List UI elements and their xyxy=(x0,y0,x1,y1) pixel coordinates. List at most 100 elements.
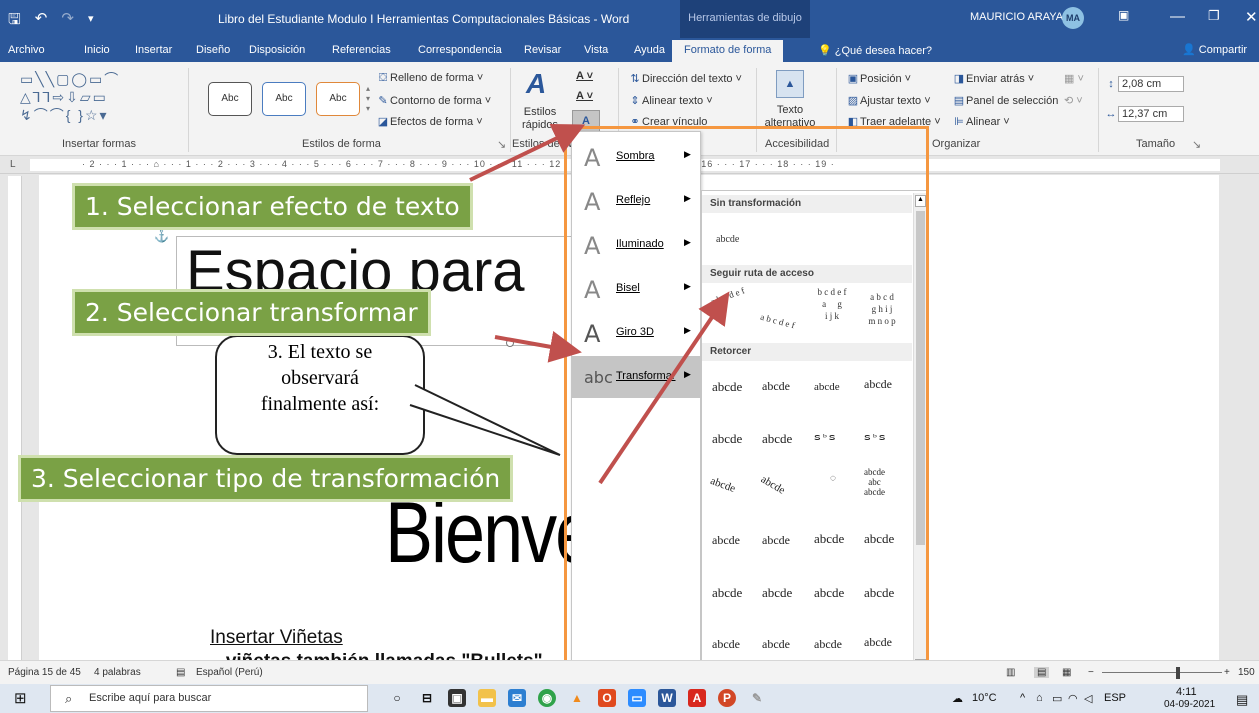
notifications-icon[interactable]: ▤ xyxy=(1236,692,1248,708)
warp-option-14[interactable]: abcde xyxy=(762,533,790,548)
tab-inicio[interactable]: Inicio xyxy=(84,44,110,56)
menu-item-reflection[interactable]: A Reflejo ▶ xyxy=(572,180,702,222)
network-icon[interactable]: ⌂ xyxy=(1036,692,1043,704)
save-icon[interactable]: 🖫 xyxy=(8,9,21,34)
selection-pane-button[interactable]: ▤ Panel de selección xyxy=(952,94,1059,107)
restore-icon[interactable]: ❐ xyxy=(1208,8,1220,24)
customize-qat-icon[interactable]: ▾ xyxy=(88,9,94,34)
tab-vista[interactable]: Vista xyxy=(584,44,608,56)
warp-option-22[interactable]: abcde xyxy=(762,637,790,652)
warp-option-20[interactable]: abcde xyxy=(864,585,894,601)
warp-option-7[interactable]: ꜱᵇꜱ xyxy=(814,431,838,442)
zoom-slider[interactable] xyxy=(1102,672,1222,673)
align-button[interactable]: ⊫ Alinear ˅ xyxy=(952,115,1010,128)
taskbar-search[interactable]: ⌕ Escribe aquí para buscar xyxy=(50,685,368,712)
menu-item-transform[interactable]: abc Transformar ▶ xyxy=(572,356,702,398)
tab-insertar[interactable]: Insertar xyxy=(135,44,172,56)
zoom-level[interactable]: 150 xyxy=(1238,667,1255,678)
warp-option-15[interactable]: abcde xyxy=(814,531,844,547)
alt-text-button[interactable]: Texto alternativo xyxy=(764,104,816,130)
tab-formato-de-forma[interactable]: Formato de forma xyxy=(672,40,784,62)
vertical-ruler[interactable] xyxy=(8,176,22,660)
office-icon[interactable]: O xyxy=(598,689,616,707)
tab-stop-selector[interactable]: L xyxy=(10,159,16,170)
cortana-icon[interactable]: ○ xyxy=(388,689,406,707)
menu-item-glow[interactable]: A Iluminado ▶ xyxy=(572,224,702,266)
wrap-text-button[interactable]: ▨ Ajustar texto ˅ xyxy=(846,94,931,107)
tab-referencias[interactable]: Referencias xyxy=(332,44,391,56)
send-backward-button[interactable]: ◨ Enviar atrás ˅ xyxy=(952,72,1034,85)
shape-style-2[interactable]: Abc xyxy=(262,82,306,116)
shape-fill-button[interactable]: ⛋ Relleno de forma ˅ xyxy=(376,72,483,85)
mail-icon[interactable]: ✉ xyxy=(508,689,526,707)
battery-icon[interactable]: ▭ xyxy=(1052,692,1062,705)
shape-effects-button[interactable]: ◪ Efectos de forma ˅ xyxy=(376,115,483,128)
file-explorer-icon[interactable]: ▬ xyxy=(478,689,496,707)
word-icon[interactable]: W xyxy=(658,689,676,707)
close-icon[interactable]: ✕ xyxy=(1245,8,1258,26)
warp-option-8[interactable]: ꜱᵇꜱ xyxy=(864,431,888,442)
proofing-icon[interactable]: ▤ xyxy=(176,667,185,678)
tab-diseno[interactable]: Diseño xyxy=(196,44,230,56)
bring-forward-button[interactable]: ◧ Traer adelante ˅ xyxy=(846,115,941,128)
position-button[interactable]: ▣ Posición ˅ xyxy=(846,72,911,85)
no-transform-option[interactable]: abcde xyxy=(716,234,739,245)
input-language[interactable]: ESP xyxy=(1104,692,1126,704)
quick-styles-icon[interactable]: A xyxy=(526,68,546,100)
tab-archivo[interactable]: Archivo xyxy=(8,44,45,56)
create-link-button[interactable]: ⚭ Crear vínculo xyxy=(628,115,707,128)
paint-icon[interactable]: ✎ xyxy=(748,689,766,707)
print-layout-icon[interactable]: ▤ xyxy=(1034,667,1050,678)
wifi-icon[interactable]: ◠ xyxy=(1068,692,1078,705)
warp-option-13[interactable]: abcde xyxy=(712,533,740,548)
quick-styles-button[interactable]: Estilos rápidos xyxy=(518,106,562,132)
warp-option-12[interactable]: abcde abc abcde xyxy=(864,467,885,497)
tab-revisar[interactable]: Revisar xyxy=(524,44,561,56)
task-view-icon[interactable]: ⊟ xyxy=(418,689,436,707)
warp-option-11[interactable]: ◌ xyxy=(822,473,844,501)
web-layout-icon[interactable]: ▦ xyxy=(1062,667,1071,678)
warp-option-19[interactable]: abcde xyxy=(814,585,844,601)
shape-outline-button[interactable]: ✎ Contorno de forma ˅ xyxy=(376,94,491,107)
shape-style-3[interactable]: Abc xyxy=(316,82,360,116)
warp-option-2[interactable]: abcde xyxy=(762,379,790,394)
height-field[interactable]: ↕ 2,08 cm xyxy=(1104,76,1184,92)
gallery-scrollbar[interactable]: ▲ ▼ xyxy=(913,193,927,677)
volume-icon[interactable]: ◁ xyxy=(1084,692,1092,705)
temperature[interactable]: 10°C xyxy=(972,692,997,704)
menu-item-3d-rotation[interactable]: A Giro 3D ▶ xyxy=(572,312,702,354)
path-arch-up-option[interactable]: a b c d e f xyxy=(709,285,746,306)
resize-handle[interactable] xyxy=(506,339,514,347)
warp-option-6[interactable]: abcde xyxy=(762,431,792,447)
zoom-out-icon[interactable]: − xyxy=(1088,667,1094,678)
path-arch-down-option[interactable]: a b c d e f xyxy=(759,312,796,331)
warp-option-17[interactable]: abcde xyxy=(712,585,742,601)
rotate-icon[interactable]: ⟲ ˅ xyxy=(1064,94,1083,107)
vlc-icon[interactable]: ▲ xyxy=(568,689,586,707)
powerpoint-icon[interactable]: P xyxy=(718,689,736,707)
undo-icon[interactable]: ↶ xyxy=(35,9,48,34)
windows-start-icon[interactable]: ⊞ xyxy=(14,689,27,707)
warp-option-5[interactable]: abcde xyxy=(712,431,742,447)
read-mode-icon[interactable]: ▥ xyxy=(1006,667,1015,678)
warp-option-9[interactable]: abcde xyxy=(709,475,737,495)
zoom-app-icon[interactable]: ▭ xyxy=(628,689,646,707)
align-text-button[interactable]: ⇕ Alinear texto ˅ xyxy=(628,94,712,107)
insert-bullets-heading[interactable]: Insertar Viñetas xyxy=(210,627,343,649)
dialog-launcher-icon[interactable]: ↘ xyxy=(497,138,506,151)
path-circle-option[interactable]: b c d e fa gi j k xyxy=(812,286,852,326)
scroll-thumb[interactable] xyxy=(916,211,925,545)
warp-option-1[interactable]: abcde xyxy=(712,379,742,395)
store-icon[interactable]: ▣ xyxy=(448,689,466,707)
text-outline-icon[interactable]: A ˅ xyxy=(576,90,593,102)
language-status[interactable]: Español (Perú) xyxy=(196,667,263,678)
warp-option-24[interactable]: abcde xyxy=(864,635,892,650)
warp-option-16[interactable]: abcde xyxy=(864,531,894,547)
ribbon-display-options-icon[interactable]: ▣ xyxy=(1118,8,1129,22)
weather-icon[interactable]: ☁ xyxy=(952,692,963,705)
width-input[interactable]: 12,37 cm xyxy=(1118,106,1184,122)
width-field[interactable]: ↔ 12,37 cm xyxy=(1104,106,1184,122)
user-name[interactable]: MAURICIO ARAYA xyxy=(970,11,1063,23)
warp-option-4[interactable]: abcde xyxy=(864,377,892,392)
tab-disposicion[interactable]: Disposición xyxy=(249,44,305,56)
